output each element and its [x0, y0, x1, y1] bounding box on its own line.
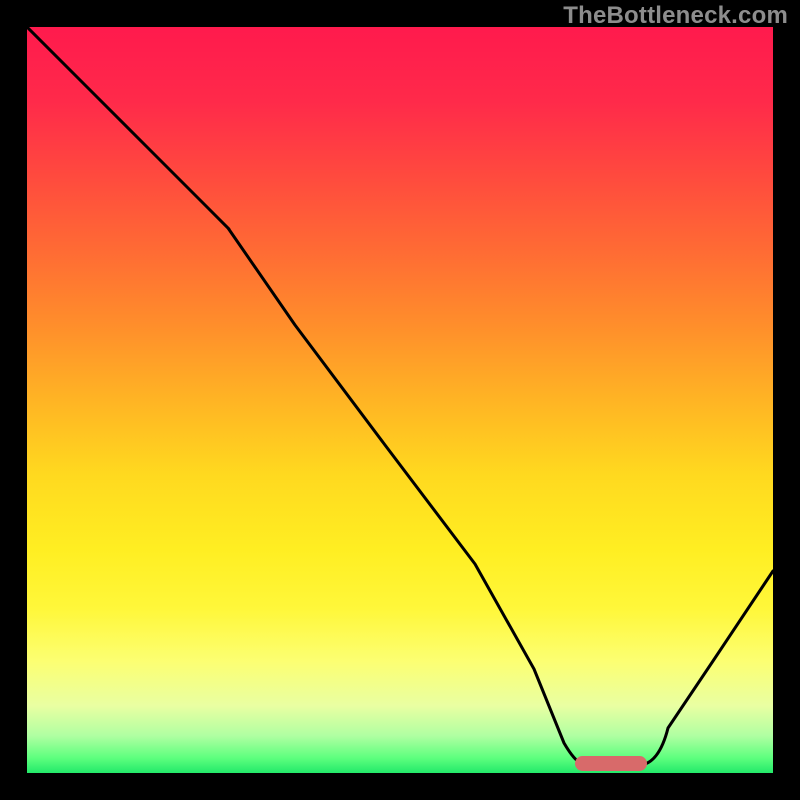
curve-path	[27, 27, 773, 765]
bottleneck-curve	[27, 27, 773, 773]
chart-stage: TheBottleneck.com	[0, 0, 800, 800]
watermark-text: TheBottleneck.com	[563, 2, 788, 30]
plot-area	[27, 27, 773, 773]
optimal-zone-marker	[575, 756, 647, 771]
